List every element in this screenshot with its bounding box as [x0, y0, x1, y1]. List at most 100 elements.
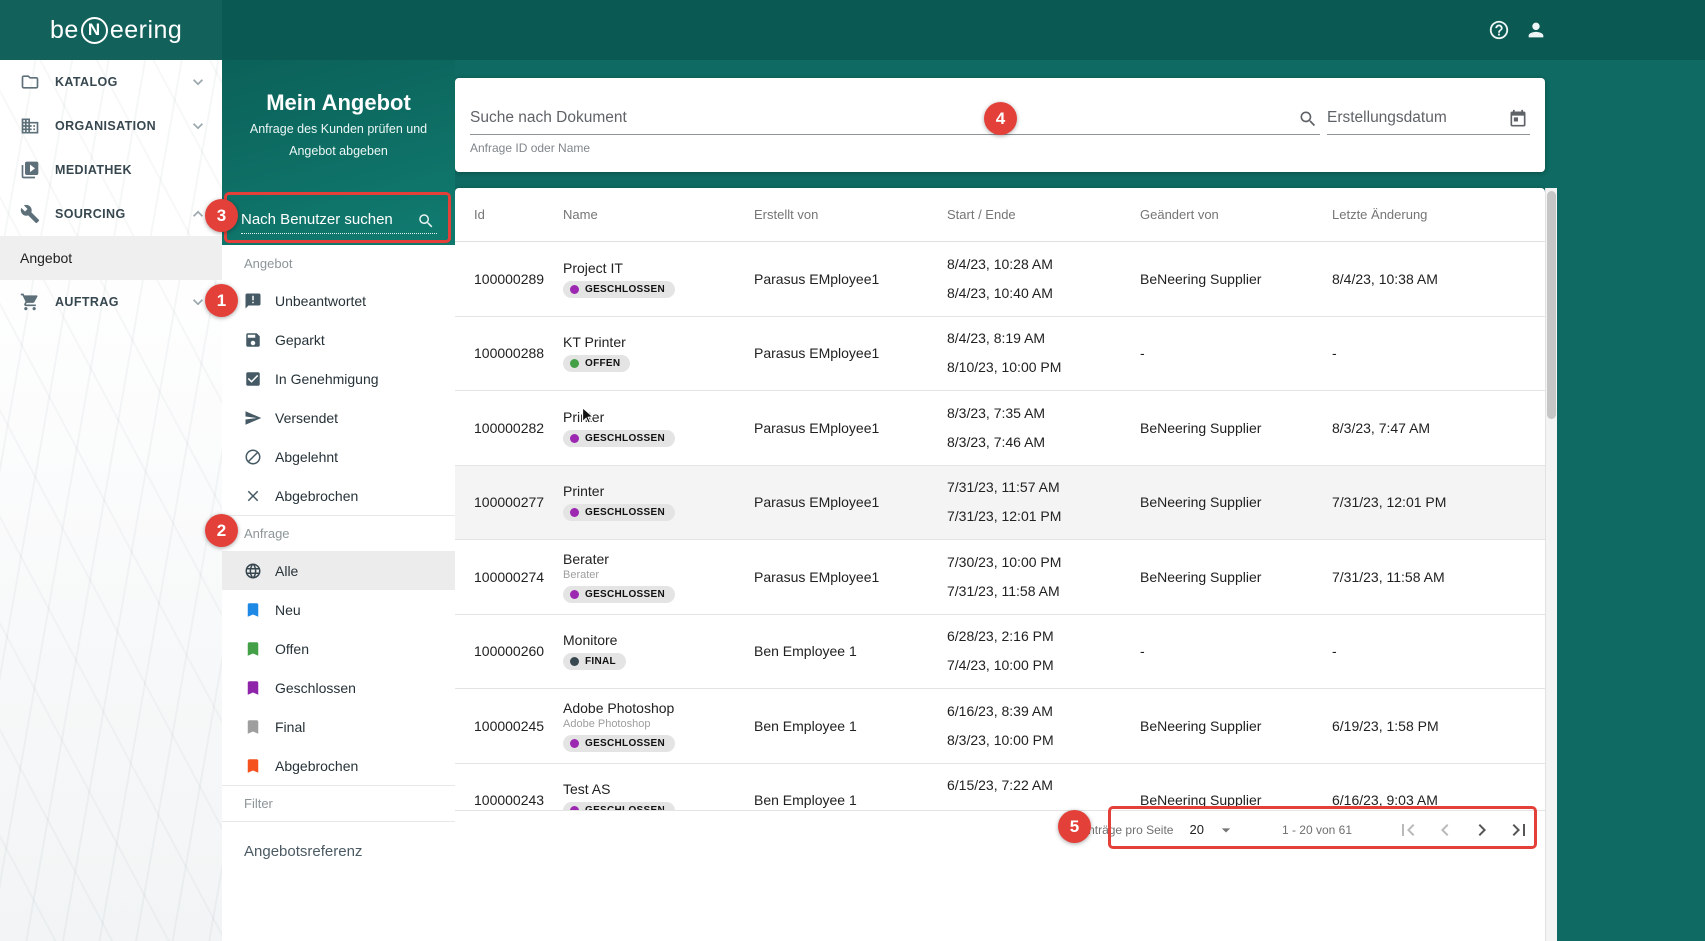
last-page-button[interactable]: [1507, 818, 1531, 842]
column-header-geändert-von[interactable]: Geändert von: [1140, 207, 1332, 222]
menu-item-geparkt[interactable]: Geparkt: [222, 320, 455, 359]
page-subtitle: Anfrage des Kunden prüfen und Angebot ab…: [222, 116, 455, 162]
cell-id: 100000260: [474, 615, 563, 689]
page-size-value: 20: [1189, 822, 1203, 837]
row-name: KT Printer: [563, 334, 626, 350]
table-row[interactable]: 100000274BeraterBeraterGESCHLOSSENParasu…: [455, 540, 1545, 615]
column-header-erstellt-von[interactable]: Erstellt von: [754, 207, 947, 222]
account-icon[interactable]: [1525, 19, 1547, 41]
status-badge: OFFEN: [563, 355, 630, 372]
save-icon: [244, 331, 262, 349]
bookmark-icon: [244, 640, 262, 658]
status-badge: GESCHLOSSEN: [563, 504, 675, 521]
globe-icon: [244, 562, 262, 580]
cell-changed-by: BeNeering Supplier: [1140, 466, 1332, 540]
cell-name: BeraterBeraterGESCHLOSSEN: [563, 540, 754, 614]
help-icon[interactable]: [1488, 19, 1510, 41]
menu-item-neu[interactable]: Neu: [222, 590, 455, 629]
menu-item-offen[interactable]: Offen: [222, 629, 455, 668]
panel-header: Mein Angebot Anfrage des Kunden prüfen u…: [222, 60, 455, 245]
menu-item-final[interactable]: Final: [222, 707, 455, 746]
column-header-start-ende[interactable]: Start / Ende: [947, 207, 1140, 222]
document-search-input[interactable]: Suche nach Dokument: [470, 100, 1320, 135]
column-header-id[interactable]: Id: [474, 207, 563, 222]
status-dot: [570, 359, 579, 368]
annotation-marker-1: 1: [205, 284, 238, 317]
sidebar-item-label: Angebot: [20, 250, 72, 266]
cell-id: 100000289: [474, 242, 563, 316]
column-header-letzte-änderung[interactable]: Letzte Änderung: [1332, 207, 1545, 222]
cell-id: 100000274: [474, 540, 563, 614]
search-icon[interactable]: [1298, 109, 1318, 129]
sidebar-item-organisation[interactable]: ORGANISATION: [0, 104, 222, 148]
table-row[interactable]: 100000288KT Printer OFFEN Parasus EMployee…: [455, 317, 1545, 392]
approval-icon: [244, 370, 262, 388]
sidebar-item-katalog[interactable]: KATALOG: [0, 60, 222, 104]
search-icon[interactable]: [417, 212, 435, 230]
menu-item-versendet[interactable]: Versendet: [222, 398, 455, 437]
page-size-select[interactable]: 20: [1189, 820, 1235, 840]
prev-page-button[interactable]: [1433, 818, 1457, 842]
menu-item-label: Unbeantwortet: [275, 293, 366, 309]
sidebar-nav: KATALOGORGANISATIONMEDIATHEK SOURCING Ange…: [0, 60, 222, 324]
menu-section-angebot: Angebot: [222, 245, 455, 281]
results-table-card: IdNameErstellt vonStart / EndeGeändert v…: [455, 188, 1545, 941]
cancel-icon: [244, 487, 262, 505]
menu-section-filter: Filter: [222, 785, 455, 821]
menu-item-abgelehnt[interactable]: Abgelehnt: [222, 437, 455, 476]
cell-name: Adobe PhotoshopAdobe PhotoshopGESCHLOSSE…: [563, 689, 754, 763]
cell-start-end: 8/4/23, 10:28 AM8/4/23, 10:40 AM: [947, 242, 1140, 316]
menu-item-label: Neu: [275, 602, 301, 618]
user-search-input[interactable]: Nach Benutzer suchen: [241, 204, 437, 236]
status-badge: GESCHLOSSEN: [563, 281, 675, 298]
scrollbar[interactable]: [1545, 188, 1557, 941]
cell-start-end: 8/4/23, 8:19 AM8/10/23, 10:00 PM: [947, 317, 1140, 391]
auftrag-icon: [20, 292, 40, 312]
bookmark-icon: [244, 718, 262, 736]
cell-created-by: Parasus EMployee1: [754, 317, 947, 391]
sidebar-item-auftrag[interactable]: AUFTRAG: [0, 280, 222, 324]
menu-item-geschlossen[interactable]: Geschlossen: [222, 668, 455, 707]
cell-id: 100000288: [474, 317, 563, 391]
page-range-label: 1 - 20 von 61: [1282, 823, 1352, 837]
row-name: Monitore: [563, 632, 617, 648]
menu-item-in-genehmigung[interactable]: In Genehmigung: [222, 359, 455, 398]
sidebar-item-label: SOURCING: [55, 207, 126, 221]
menu-item-unbeantwortet[interactable]: Unbeantwortet: [222, 281, 455, 320]
cell-name: PrinterGESCHLOSSEN: [563, 391, 754, 465]
calendar-icon[interactable]: [1508, 109, 1528, 129]
cell-changed-by: BeNeering Supplier: [1140, 391, 1332, 465]
unanswered-icon: [244, 292, 262, 310]
column-header-name[interactable]: Name: [563, 207, 754, 222]
cell-name: KT Printer OFFEN: [563, 317, 754, 391]
status-dot: [570, 508, 579, 517]
table-row[interactable]: 100000277PrinterGESCHLOSSENParasus EMplo…: [455, 466, 1545, 541]
table-row[interactable]: 100000245Adobe PhotoshopAdobe PhotoshopG…: [455, 689, 1545, 764]
table-row[interactable]: 100000260MonitoreFINALBen Employee 16/28…: [455, 615, 1545, 690]
sidebar-item-sourcing[interactable]: SOURCING: [0, 192, 222, 236]
first-page-button[interactable]: [1396, 818, 1420, 842]
document-search-placeholder: Suche nach Dokument: [470, 109, 627, 127]
annotation-marker-2: 2: [205, 514, 238, 547]
table-body: 100000289Project ITGESCHLOSSENParasus EM…: [455, 242, 1545, 838]
creation-date-input[interactable]: Erstellungsdatum: [1327, 100, 1530, 135]
menu-item-alle[interactable]: Alle: [222, 551, 455, 590]
sidebar-item-angebot[interactable]: Angebot: [0, 236, 222, 280]
cell-id: 100000282: [474, 391, 563, 465]
cell-created-by: Parasus EMployee1: [754, 540, 947, 614]
menu-item-label: Abgebrochen: [275, 488, 358, 504]
sidebar-item-mediathek[interactable]: MEDIATHEK: [0, 148, 222, 192]
status-dot: [570, 739, 579, 748]
menu-item-abgebrochen[interactable]: Abgebrochen: [222, 746, 455, 785]
logo[interactable]: beNeering: [0, 0, 222, 60]
menu-item-label: Geparkt: [275, 332, 325, 348]
table-row[interactable]: 100000282PrinterGESCHLOSSENParasus EMplo…: [455, 391, 1545, 466]
menu-section-angebotsreferenz[interactable]: Angebotsreferenz: [222, 821, 455, 881]
next-page-button[interactable]: [1470, 818, 1494, 842]
table-row[interactable]: 100000289Project ITGESCHLOSSENParasus EM…: [455, 242, 1545, 317]
bookmark-icon: [244, 757, 262, 775]
cell-last-change: 7/31/23, 12:01 PM: [1332, 466, 1545, 540]
scrollbar-thumb[interactable]: [1547, 191, 1556, 419]
menu-item-abgebrochen[interactable]: Abgebrochen: [222, 476, 455, 515]
cell-changed-by: BeNeering Supplier: [1140, 242, 1332, 316]
